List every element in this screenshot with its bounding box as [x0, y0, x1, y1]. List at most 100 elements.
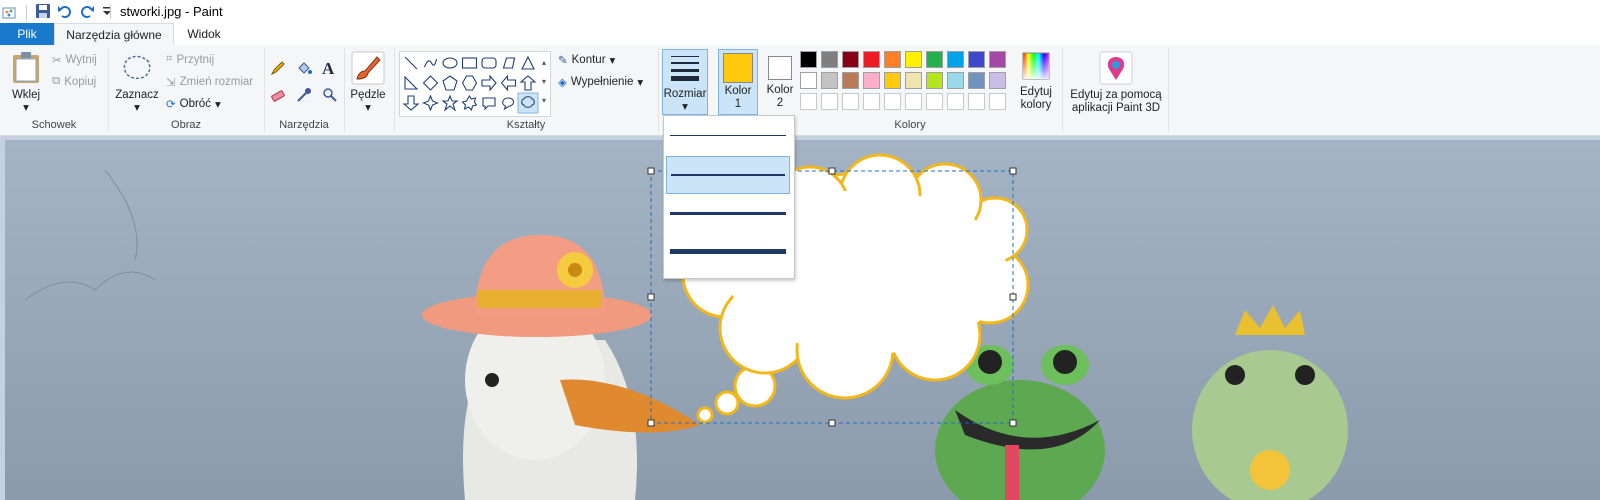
resize-button[interactable]: ⇲ Zmień rozmiar [166, 75, 253, 89]
palette-swatch[interactable] [989, 51, 1006, 68]
cut-button[interactable]: ✂ Wytnij [52, 53, 97, 67]
palette-swatch[interactable] [842, 93, 859, 110]
canvas-area[interactable] [0, 136, 1600, 500]
rotate-label: Obróć [179, 98, 211, 110]
brushes-button[interactable]: Pędzle ▾ [350, 51, 386, 115]
select-button[interactable]: Zaznacz ▾ [114, 51, 160, 115]
shape-option[interactable] [404, 56, 418, 70]
outline-button[interactable]: ✎ Kontur ▾ [558, 53, 615, 67]
palette-swatch[interactable] [800, 72, 817, 89]
shape-option[interactable] [502, 97, 515, 111]
shape-option[interactable] [461, 94, 478, 112]
eraser-icon[interactable] [270, 87, 286, 106]
shape-option[interactable] [502, 57, 516, 69]
palette-swatch[interactable] [968, 93, 985, 110]
paste-button[interactable]: Wklej ▾ [6, 51, 46, 115]
text-icon[interactable]: A [322, 59, 334, 79]
palette-swatch[interactable] [821, 51, 838, 68]
shape-option[interactable] [461, 75, 478, 91]
tools-row-2 [270, 87, 338, 106]
shape-option[interactable] [442, 75, 458, 91]
palette-swatch[interactable] [947, 93, 964, 110]
clipboard-icon [13, 52, 39, 83]
shapes-scroll[interactable]: ▴ ▾ ▾ [538, 53, 550, 113]
palette-swatch[interactable] [926, 51, 943, 68]
palette-swatch[interactable] [989, 93, 1006, 110]
select-label: Zaznacz [115, 89, 159, 101]
size-option-1px[interactable] [666, 117, 790, 155]
shape-option[interactable] [402, 95, 420, 111]
paint3d-label-1: Edytuj za pomocą [1070, 89, 1162, 101]
redo-icon[interactable] [79, 3, 95, 22]
palette-swatch[interactable] [863, 51, 880, 68]
palette-swatch[interactable] [989, 72, 1006, 89]
tab-file[interactable]: Plik [0, 23, 54, 45]
tab-view[interactable]: Widok [174, 23, 234, 45]
shape-option[interactable] [500, 74, 517, 92]
shape-option[interactable] [521, 55, 535, 70]
size-option-8px[interactable] [666, 234, 790, 272]
shape-option[interactable] [422, 75, 439, 91]
shape-option[interactable] [481, 74, 497, 92]
shapes-group-label: Kształty [506, 119, 546, 131]
palette-swatch[interactable] [905, 93, 922, 110]
palette-swatch[interactable] [926, 72, 943, 89]
image-canvas[interactable] [5, 140, 1600, 500]
shape-option[interactable] [442, 57, 458, 69]
shape-option[interactable] [517, 92, 539, 114]
shape-option[interactable] [482, 97, 496, 111]
pencil-icon[interactable] [270, 60, 286, 79]
size-button[interactable]: Rozmiar ▾ [662, 49, 708, 115]
palette-swatch[interactable] [800, 51, 817, 68]
shapes-gallery[interactable] [399, 51, 551, 117]
palette-swatch[interactable] [863, 93, 880, 110]
palette-swatch[interactable] [821, 72, 838, 89]
palette-swatch[interactable] [821, 93, 838, 110]
palette-swatch[interactable] [884, 72, 901, 89]
tools-group-label: Narzędzia [279, 119, 329, 131]
magnifier-icon[interactable] [322, 87, 338, 106]
shape-option[interactable] [519, 75, 537, 91]
palette-swatch[interactable] [884, 51, 901, 68]
palette-swatch[interactable] [884, 93, 901, 110]
palette-swatch[interactable] [800, 93, 817, 110]
fill-button[interactable]: ◈ Wypełnienie ▾ [558, 75, 643, 89]
palette-swatch[interactable] [968, 51, 985, 68]
copy-button[interactable]: ⧉ Kopiuj [52, 75, 96, 88]
paint3d-icon [1099, 51, 1133, 85]
palette-swatch[interactable] [968, 72, 985, 89]
palette-swatch[interactable] [905, 72, 922, 89]
shape-option[interactable] [422, 94, 439, 112]
size-option-5px[interactable] [666, 195, 790, 233]
palette-swatch[interactable] [842, 51, 859, 68]
fill-bucket-icon[interactable] [296, 60, 312, 79]
copy-label: Kopiuj [64, 75, 97, 88]
palette-swatch[interactable] [863, 72, 880, 89]
color-picker-icon[interactable] [296, 87, 312, 106]
color1-button[interactable]: Kolor 1 [718, 49, 758, 115]
palette-swatch[interactable] [947, 51, 964, 68]
shape-option[interactable] [461, 57, 478, 69]
crop-button[interactable]: ⌗ Przytnij [166, 53, 214, 66]
palette-swatch[interactable] [905, 51, 922, 68]
customize-toolbar-icon[interactable] [101, 3, 113, 22]
palette-swatch[interactable] [947, 72, 964, 89]
size-label: Rozmiar [663, 88, 707, 100]
tab-home[interactable]: Narzędzia główne [54, 23, 174, 47]
paint-app-icon[interactable] [2, 5, 18, 21]
paint3d-label-2: aplikacji Paint 3D [1071, 102, 1161, 114]
shape-option[interactable] [441, 94, 459, 112]
resize-icon: ⇲ [166, 77, 176, 89]
palette-swatch[interactable] [926, 93, 943, 110]
paint3d-button[interactable]: Edytuj za pomocą aplikacji Paint 3D [1066, 51, 1166, 115]
palette-swatch[interactable] [842, 72, 859, 89]
shape-option[interactable] [423, 58, 438, 68]
shape-option[interactable] [481, 57, 497, 69]
color2-button[interactable]: Kolor 2 [762, 49, 798, 115]
edit-colors-button[interactable]: Edytuj kolory [1018, 49, 1054, 112]
shape-option[interactable] [404, 75, 419, 90]
save-icon[interactable] [35, 3, 51, 22]
size-option-3px[interactable] [666, 156, 790, 194]
undo-icon[interactable] [57, 3, 73, 22]
rotate-button[interactable]: ⟳ Obróć ▾ [166, 97, 221, 111]
